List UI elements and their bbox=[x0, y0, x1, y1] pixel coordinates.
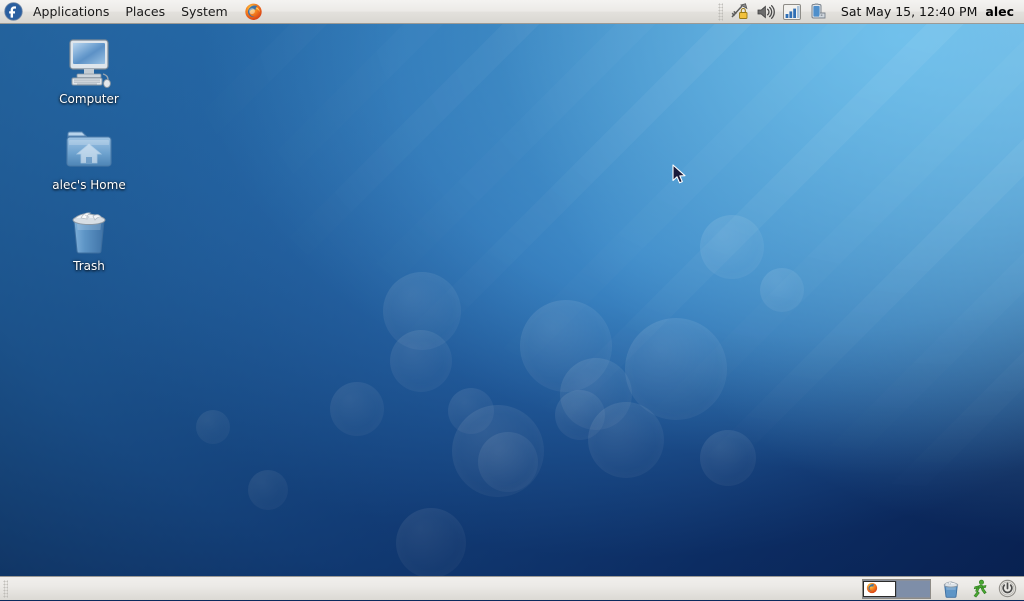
wallpaper-bokeh bbox=[330, 382, 384, 436]
desktop-icon-home[interactable]: alec's Home bbox=[37, 122, 141, 192]
wallpaper-bokeh bbox=[452, 405, 544, 497]
wallpaper-light-streaks bbox=[0, 0, 1024, 600]
wallpaper-bokeh bbox=[555, 390, 605, 440]
workspace-switcher[interactable] bbox=[862, 578, 931, 599]
username-indicator[interactable]: alec bbox=[985, 4, 1024, 19]
home-folder-icon bbox=[64, 122, 114, 174]
wallpaper-bokeh bbox=[700, 215, 764, 279]
desktop-icon-label: alec's Home bbox=[52, 178, 126, 192]
desktop-icon-label: Computer bbox=[59, 92, 119, 106]
wallpaper-bokeh bbox=[196, 410, 230, 444]
workspace-window-firefox bbox=[866, 582, 878, 594]
workspace-1[interactable] bbox=[863, 580, 896, 597]
network-wired-secure-icon[interactable] bbox=[729, 2, 751, 22]
system-tray bbox=[716, 2, 833, 22]
window-list[interactable] bbox=[10, 577, 862, 601]
firefox-icon bbox=[245, 3, 262, 20]
wallpaper-vignette bbox=[0, 0, 1024, 600]
wallpaper-bokeh bbox=[396, 508, 466, 578]
menu-system[interactable]: System bbox=[174, 1, 235, 23]
desktop-icon-computer[interactable]: Computer bbox=[37, 36, 141, 106]
menu-places[interactable]: Places bbox=[118, 1, 172, 23]
wallpaper-bokeh bbox=[760, 268, 804, 312]
desktop-background[interactable]: Computer alec's Home Trash bbox=[0, 0, 1024, 600]
menu-applications-label: Applications bbox=[33, 3, 110, 19]
signal-bars-icon[interactable] bbox=[781, 2, 803, 22]
wallpaper-bokeh bbox=[448, 388, 494, 434]
clock[interactable]: Sat May 15, 12:40 PM bbox=[833, 4, 985, 19]
desktop-icon-label: Trash bbox=[73, 259, 105, 273]
trash-icon bbox=[65, 203, 113, 255]
launcher-firefox[interactable] bbox=[240, 2, 267, 21]
wallpaper-bokeh bbox=[520, 300, 612, 392]
wallpaper-bokeh bbox=[383, 272, 461, 350]
wallpaper-bokeh bbox=[478, 432, 538, 492]
battery-icon[interactable] bbox=[807, 2, 829, 22]
wallpaper-bokeh bbox=[248, 470, 288, 510]
wallpaper-bokeh bbox=[560, 358, 632, 430]
runner-icon[interactable] bbox=[967, 578, 991, 600]
bottom-panel bbox=[0, 576, 1024, 600]
mouse-cursor bbox=[672, 164, 688, 189]
menu-system-label: System bbox=[181, 3, 228, 19]
desktop-icon-trash[interactable]: Trash bbox=[37, 203, 141, 273]
power-icon[interactable] bbox=[995, 578, 1019, 600]
trash-applet-icon[interactable] bbox=[939, 578, 963, 600]
menu-applications[interactable]: Applications bbox=[26, 1, 116, 23]
computer-icon bbox=[63, 36, 115, 88]
workspace-2[interactable] bbox=[896, 580, 930, 597]
wallpaper-bokeh bbox=[625, 318, 727, 420]
wallpaper-bokeh bbox=[588, 402, 664, 478]
fedora-logo-icon[interactable] bbox=[4, 2, 23, 21]
tray-drag-handle[interactable] bbox=[717, 2, 723, 21]
wallpaper-bokeh bbox=[700, 430, 756, 486]
volume-icon[interactable] bbox=[755, 2, 777, 22]
menu-places-label: Places bbox=[125, 3, 166, 19]
top-panel: Applications Places System Sat May 15, 1… bbox=[0, 0, 1024, 24]
window-list-drag-handle[interactable] bbox=[3, 579, 8, 598]
wallpaper-bokeh bbox=[390, 330, 452, 392]
